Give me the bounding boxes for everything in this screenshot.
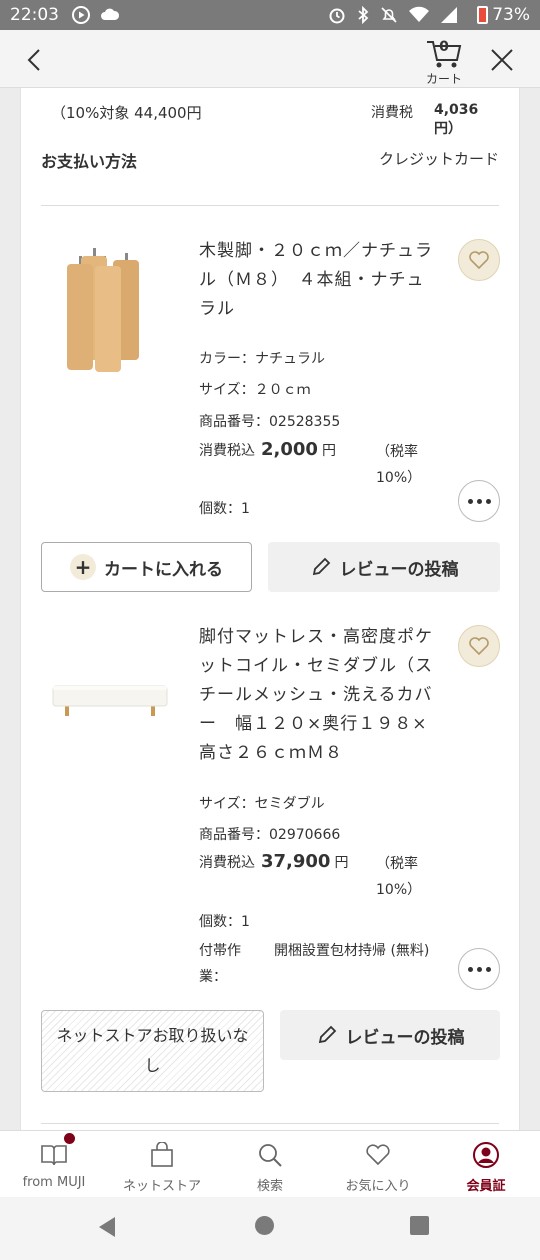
payment-method: お支払い方法 クレジットカード xyxy=(41,148,499,172)
product-image-wood-legs xyxy=(67,248,139,372)
system-home-button[interactable] xyxy=(255,1216,274,1235)
add-to-cart-label: カートに入れる xyxy=(104,559,223,580)
option-value: 開梱設置包材持帰 (無料) xyxy=(274,943,430,959)
cart-label: カート xyxy=(425,72,462,86)
search-icon xyxy=(259,1144,282,1167)
price-prefix: 消費税込 xyxy=(199,855,255,871)
chevron-left-icon xyxy=(27,49,40,71)
product-title[interactable]: 脚付マットレス・高密度ポケットコイル・セミダブル（スチールメッシュ・洗えるカバー… xyxy=(199,623,439,768)
product-price: 消費税込 2,000 円 xyxy=(199,439,336,460)
heart-icon xyxy=(469,251,489,270)
pencil-icon xyxy=(318,1025,336,1044)
price-tax-rate: （税率10%） xyxy=(376,444,422,486)
product-quantity: 個数：1 xyxy=(199,501,250,517)
price-prefix: 消費税込 xyxy=(199,443,255,459)
nav-item-member-card[interactable]: 会員証 xyxy=(432,1131,540,1197)
back-button[interactable] xyxy=(20,45,50,75)
more-dots-icon xyxy=(467,498,473,504)
system-back-icon[interactable] xyxy=(97,1216,117,1238)
cart-button[interactable]: 0 カート xyxy=(420,34,468,86)
nav-label: お気に入り xyxy=(345,1179,411,1194)
product-price: 消費税込 37,900 円 xyxy=(199,851,348,872)
signal-icon xyxy=(441,7,457,23)
member-card-icon xyxy=(473,1142,499,1168)
product-color: カラー：ナチュラル xyxy=(199,351,325,367)
product-item-number: 商品番号：02528355 xyxy=(199,414,341,430)
add-to-cart-button[interactable]: + カートに入れる xyxy=(41,542,252,592)
heart-icon xyxy=(469,637,489,656)
system-navigation-bar xyxy=(0,1197,540,1260)
payment-value: クレジットカード xyxy=(378,150,499,168)
nav-label: 検索 xyxy=(256,1179,283,1194)
pencil-icon xyxy=(312,557,330,576)
bottom-nav: from MUJI ネットストア 検索 お気に入り 会員証 xyxy=(0,1130,540,1197)
wifi-icon xyxy=(409,6,429,22)
review-button[interactable]: レビューの投稿 xyxy=(280,1010,500,1060)
product-title[interactable]: 木製脚・２０ｃｍ／ナチュラル（Ｍ８） ４本組・ナチュラル xyxy=(199,237,439,324)
tax-amount: 4,036 円） xyxy=(434,102,479,137)
status-bar: 22:03 73% xyxy=(0,0,540,30)
review-label: レビューの投稿 xyxy=(339,559,459,580)
system-recents-button[interactable] xyxy=(410,1216,429,1235)
more-options-button[interactable] xyxy=(458,480,500,522)
order-content: （10%対象 44,400円 消費税 4,036 円） お支払い方法 クレジット… xyxy=(20,88,520,1130)
favorite-button[interactable] xyxy=(458,239,500,281)
payment-label: お支払い方法 xyxy=(41,152,138,171)
price-tax-rate: （税率10%） xyxy=(376,856,422,898)
product-size: サイズ：セミダブル xyxy=(199,796,325,812)
product-image-mattress xyxy=(52,685,168,716)
plus-icon: + xyxy=(70,554,96,580)
app-header: 0 カート xyxy=(0,30,540,88)
price-value: 2,000 xyxy=(261,439,318,460)
tax-summary: （10%対象 44,400円 消費税 4,036 円） xyxy=(51,102,499,137)
more-options-button[interactable] xyxy=(458,948,500,990)
heart-icon xyxy=(366,1144,390,1166)
status-time: 22:03 xyxy=(10,5,59,25)
tax-target: （10%対象 44,400円 xyxy=(51,104,202,122)
book-icon xyxy=(41,1145,67,1166)
close-icon xyxy=(491,49,513,71)
battery-icon xyxy=(477,6,489,24)
review-label: レビューの投稿 xyxy=(345,1027,465,1048)
unavailable-notice: ネットストアお取り扱いなし xyxy=(41,1010,264,1092)
notification-badge xyxy=(64,1133,75,1144)
more-dots-icon xyxy=(467,966,473,972)
product-size: サイズ：２０ｃｍ xyxy=(199,382,311,398)
alarm-icon xyxy=(329,8,345,24)
review-button[interactable]: レビューの投稿 xyxy=(268,542,500,592)
option-label: 付帯作業： xyxy=(199,943,241,985)
nav-label: ネットストア xyxy=(122,1179,201,1194)
battery-indicator: 73% xyxy=(477,5,530,25)
nav-item-search[interactable]: 検索 xyxy=(216,1131,324,1197)
cloud-notification-icon xyxy=(101,8,120,20)
price-unit: 円 xyxy=(321,443,336,459)
nav-label: from MUJI xyxy=(22,1175,86,1190)
price-unit: 円 xyxy=(334,855,349,871)
close-button[interactable] xyxy=(488,46,516,74)
tax-label: 消費税 xyxy=(371,105,413,121)
nav-item-from-muji[interactable]: from MUJI xyxy=(0,1131,108,1197)
nav-item-favorites[interactable]: お気に入り xyxy=(324,1131,432,1197)
divider xyxy=(41,205,499,206)
mute-icon xyxy=(381,7,397,23)
nav-label: 会員証 xyxy=(466,1179,506,1194)
cart-count: 0 xyxy=(439,39,449,55)
shopping-bag-icon xyxy=(151,1142,173,1167)
nav-item-net-store[interactable]: ネットストア xyxy=(108,1131,216,1197)
product-quantity: 個数：1 xyxy=(199,914,250,930)
bluetooth-icon xyxy=(358,6,369,24)
price-value: 37,900 xyxy=(261,851,331,872)
favorite-button[interactable] xyxy=(458,625,500,667)
divider xyxy=(41,1123,499,1124)
product-item-number: 商品番号：02970666 xyxy=(199,827,341,843)
youtube-notification-icon xyxy=(72,6,90,24)
battery-percent: 73% xyxy=(492,5,530,25)
